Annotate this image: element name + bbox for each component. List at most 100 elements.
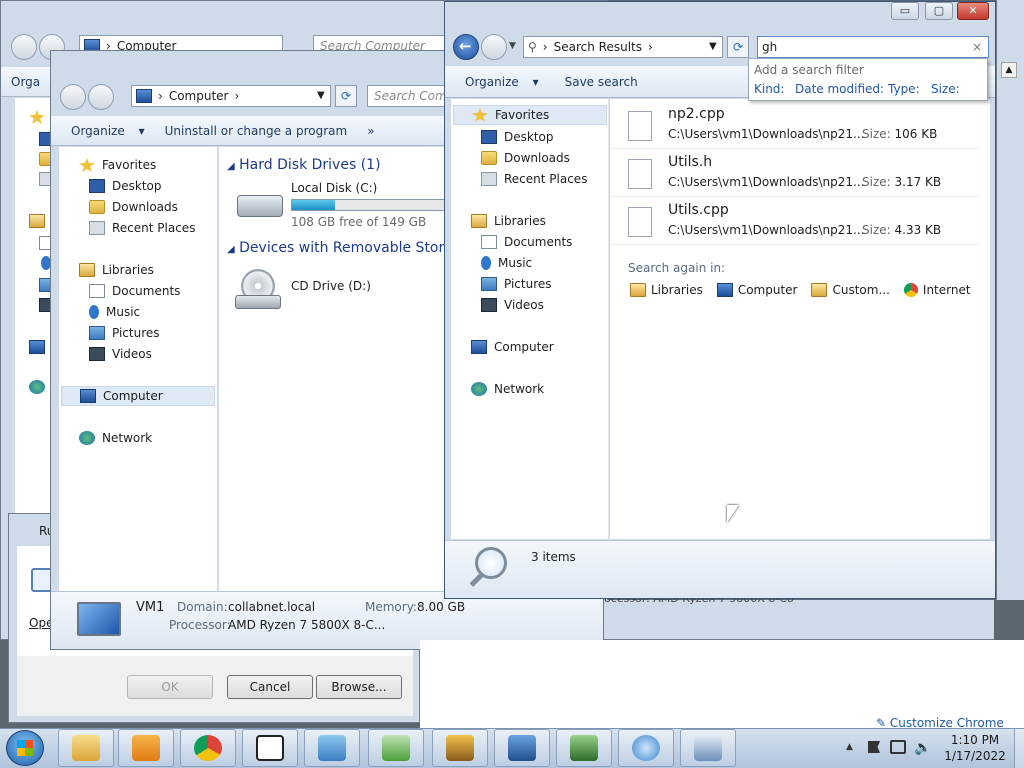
nav-recent[interactable]: Recent Places bbox=[89, 218, 195, 238]
back-button[interactable]: ← bbox=[453, 34, 479, 60]
nav-label: Pictures bbox=[504, 277, 552, 291]
filter-size[interactable]: Size: bbox=[931, 82, 960, 96]
minimize-button[interactable]: ▭ bbox=[891, 2, 919, 20]
organize-menu[interactable]: Orga bbox=[1, 75, 50, 89]
start-button[interactable] bbox=[6, 730, 44, 766]
nav-documents[interactable]: Documents bbox=[481, 232, 572, 252]
back-button[interactable] bbox=[11, 34, 37, 60]
taskbar-remote-desktop[interactable] bbox=[680, 729, 736, 767]
search-again-internet[interactable]: Internet bbox=[903, 283, 971, 297]
nav-computer[interactable]: Computer bbox=[61, 386, 215, 406]
cancel-button[interactable]: Cancel bbox=[227, 675, 313, 699]
organize-label: Organize bbox=[71, 123, 125, 138]
show-desktop-button[interactable] bbox=[1014, 729, 1024, 768]
desktop-icon bbox=[89, 179, 105, 193]
result-item[interactable]: Utils.h C:\Users\vm1\Downloads\np21... S… bbox=[610, 153, 980, 197]
clock[interactable]: 1:10 PM 1/17/2022 bbox=[940, 732, 1010, 764]
forward-button[interactable] bbox=[88, 84, 114, 110]
forward-button[interactable] bbox=[481, 34, 507, 60]
save-search-button[interactable]: Save search bbox=[549, 75, 648, 89]
nav-music[interactable]: Music bbox=[89, 302, 140, 322]
nav-computer[interactable]: Computer bbox=[471, 337, 554, 357]
address-dropdown-icon[interactable]: ▼ bbox=[709, 41, 717, 52]
nav-downloads[interactable]: Downloads bbox=[481, 148, 570, 168]
collapse-icon[interactable]: ◢ bbox=[227, 244, 235, 255]
nav-desktop[interactable]: Desktop bbox=[481, 127, 554, 147]
refresh-icon[interactable]: ⟳ bbox=[727, 36, 749, 58]
network-tray-icon[interactable] bbox=[890, 740, 906, 754]
more-button[interactable]: » bbox=[357, 124, 384, 138]
browse-button[interactable]: Browse... bbox=[316, 675, 402, 699]
taskbar-sync-tool[interactable] bbox=[618, 729, 674, 767]
volume-icon[interactable]: 🔈 bbox=[914, 740, 931, 756]
taskbar-network-tool[interactable] bbox=[432, 729, 488, 767]
nav-music[interactable]: Music bbox=[481, 253, 532, 273]
tray-expand-icon[interactable]: ▲ bbox=[846, 742, 853, 752]
hdd-group-label: Hard Disk Drives (1) bbox=[239, 157, 381, 173]
uninstall-button[interactable]: Uninstall or change a program bbox=[155, 124, 358, 138]
refresh-icon[interactable]: ⟳ bbox=[335, 85, 357, 107]
nav-label: Music bbox=[498, 256, 533, 270]
nav-recent[interactable]: Recent Places bbox=[481, 169, 587, 189]
nav-documents[interactable]: Documents bbox=[89, 281, 180, 301]
taskbar-control-panel[interactable] bbox=[304, 729, 360, 767]
result-item[interactable]: np2.cpp C:\Users\vm1\Downloads\np21... S… bbox=[610, 105, 980, 149]
taskbar-media-player[interactable] bbox=[118, 729, 174, 767]
search-again-custom[interactable]: Custom... bbox=[811, 283, 890, 297]
file-name: Utils.cpp bbox=[668, 202, 729, 218]
nav-network[interactable]: Network bbox=[79, 428, 152, 448]
nav-videos[interactable]: Videos bbox=[89, 344, 152, 364]
nav-pictures[interactable]: Pictures bbox=[89, 323, 160, 343]
result-item[interactable]: Utils.cpp C:\Users\vm1\Downloads\np21...… bbox=[610, 201, 980, 245]
history-dropdown-icon[interactable]: ▼ bbox=[509, 41, 516, 51]
filter-type[interactable]: Type: bbox=[888, 82, 920, 96]
domain-label: Domain: bbox=[177, 600, 228, 614]
nav-network[interactable]: Network bbox=[471, 379, 544, 399]
organize-menu[interactable]: Organize ▾ bbox=[51, 124, 155, 138]
cd-drive-d[interactable]: CD Drive (D:) bbox=[235, 267, 435, 317]
taskbar-explorer[interactable] bbox=[58, 729, 114, 767]
nav-downloads[interactable]: Downloads bbox=[89, 197, 178, 217]
address-bar[interactable]: › Computer › bbox=[131, 85, 331, 107]
nav-libraries[interactable]: Libraries bbox=[471, 211, 546, 231]
file-size: Size: 3.17 KB bbox=[862, 175, 941, 189]
filter-kind[interactable]: Kind: bbox=[754, 82, 784, 96]
taskbar-server-tool[interactable] bbox=[494, 729, 550, 767]
star-icon bbox=[472, 108, 488, 122]
filter-date-modified[interactable]: Date modified: bbox=[795, 82, 884, 96]
back-button[interactable] bbox=[60, 84, 86, 110]
nav-pane: Favorites Desktop Downloads Recent Place… bbox=[451, 99, 609, 539]
organize-menu[interactable]: Organize ▾ bbox=[445, 75, 549, 89]
address-dropdown-icon[interactable]: ▼ bbox=[317, 90, 325, 101]
maximize-button[interactable]: ▢ bbox=[925, 2, 953, 20]
nav-label: Recent Places bbox=[112, 221, 196, 235]
nav-desktop[interactable]: Desktop bbox=[89, 176, 162, 196]
nav-label: Documents bbox=[504, 235, 573, 249]
7zip-icon bbox=[256, 735, 284, 761]
search-again-libraries[interactable]: Libraries bbox=[630, 283, 703, 297]
taskbar-installer[interactable] bbox=[368, 729, 424, 767]
removable-group-label: Devices with Removable Storag bbox=[239, 240, 462, 256]
nav-favorites[interactable]: Favorites bbox=[453, 105, 607, 125]
close-button[interactable]: ✕ bbox=[957, 2, 989, 20]
clear-search-icon[interactable]: × bbox=[972, 37, 982, 57]
taskbar-task-manager[interactable] bbox=[556, 729, 612, 767]
address-text: Search Results bbox=[553, 40, 642, 54]
ok-button[interactable]: OK bbox=[127, 675, 213, 699]
network-icon bbox=[29, 380, 45, 394]
search-input[interactable]: gh × bbox=[757, 36, 989, 58]
taskbar-chrome[interactable] bbox=[180, 729, 236, 767]
nav-libraries[interactable]: Libraries bbox=[79, 260, 154, 280]
search-again-computer[interactable]: Computer bbox=[716, 283, 798, 297]
nav-favorites[interactable]: Favorites bbox=[79, 155, 156, 175]
date: 1/17/2022 bbox=[944, 749, 1006, 763]
search-again-computer-label: Computer bbox=[737, 283, 798, 297]
taskbar-7zip[interactable] bbox=[242, 729, 298, 767]
nav-videos[interactable]: Videos bbox=[481, 295, 544, 315]
nav-pictures[interactable]: Pictures bbox=[481, 274, 552, 294]
nav-label: Network bbox=[102, 431, 153, 445]
address-bar[interactable]: ⚲ › Search Results › bbox=[523, 36, 723, 58]
collapse-icon[interactable]: ◢ bbox=[227, 161, 235, 172]
scroll-arrow-icon[interactable]: ▲ bbox=[1001, 62, 1017, 78]
document-icon bbox=[89, 284, 105, 298]
